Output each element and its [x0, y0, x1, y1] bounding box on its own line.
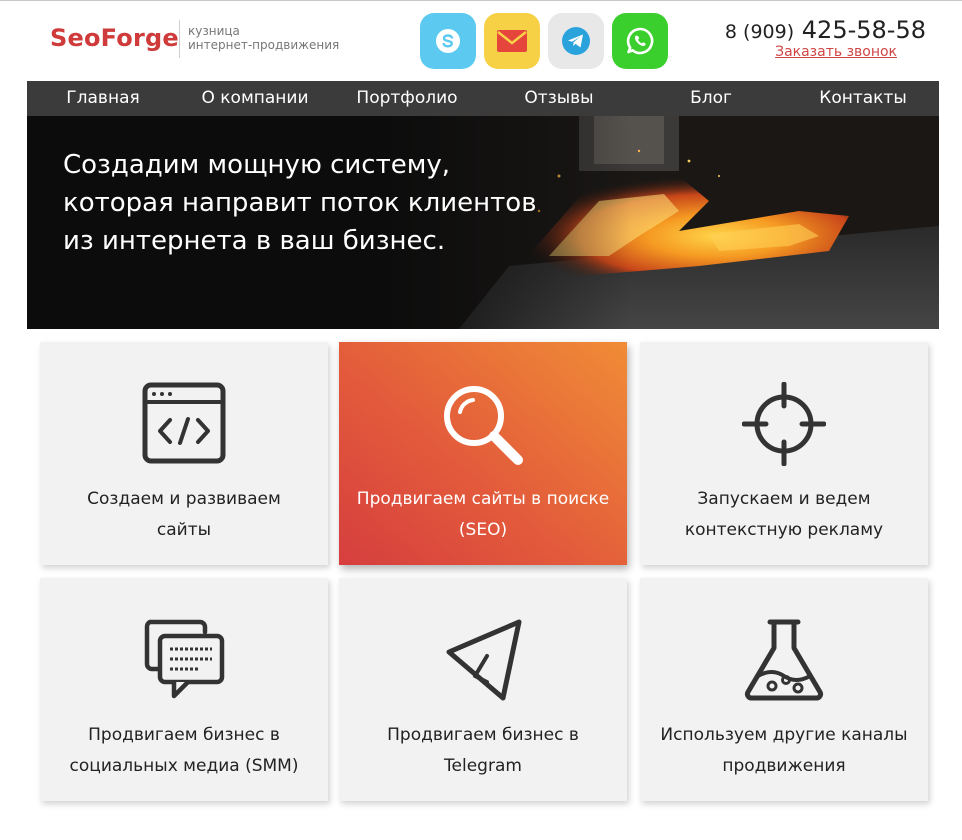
- service-card-seo[interactable]: Продвигаем сайты в поиске (SEO): [339, 342, 627, 565]
- card-label-line-2: (SEO): [458, 520, 508, 540]
- hero-title-line-2: которая направит поток клиентов: [63, 188, 537, 218]
- phone-code: 8 (909): [724, 21, 795, 43]
- email-button[interactable]: [484, 13, 540, 69]
- card-label-line-2: социальных медиа (SMM): [69, 756, 299, 776]
- nav-item-reviews[interactable]: Отзывы: [483, 81, 635, 116]
- card-label-line-2: сайты: [156, 520, 212, 540]
- card-label-line-1: Продвигаем бизнес в: [88, 725, 280, 745]
- skype-button[interactable]: [420, 13, 476, 69]
- hero-title-line-1: Создадим мощную систему,: [63, 150, 450, 180]
- card-label-line-1: Продвигаем сайты в поиске: [356, 489, 610, 509]
- telegram-plane-icon: [446, 619, 522, 701]
- card-label-line-1: Используем другие каналы: [660, 725, 908, 745]
- card-label-line-2: контекстную рекламу: [684, 520, 884, 540]
- skype-icon: [436, 29, 460, 53]
- nav-item-home[interactable]: Главная: [27, 81, 179, 116]
- whatsapp-button[interactable]: [612, 13, 668, 69]
- card-label-line-2: продвижения: [722, 756, 846, 776]
- service-card-other-channels[interactable]: Используем другие каналы продвижения: [640, 578, 928, 801]
- hero-title: Создадим мощную систему, которая направи…: [63, 146, 583, 260]
- chat-bubbles-icon: [144, 619, 225, 699]
- telegram-button[interactable]: [548, 13, 604, 69]
- code-window-icon: [142, 382, 226, 464]
- card-label-line-1: Создаем и развиваем: [87, 489, 281, 509]
- nav-item-contacts[interactable]: Контакты: [787, 81, 939, 116]
- service-card-smm[interactable]: Продвигаем бизнес в социальных медиа (SM…: [40, 578, 328, 801]
- site-header: SeoForge кузница интернет-продвижения 8 …: [0, 0, 962, 80]
- nav-item-portfolio[interactable]: Портфолио: [331, 81, 483, 116]
- logo[interactable]: SeoForge: [50, 24, 179, 52]
- crosshair-icon: [742, 382, 826, 466]
- phone-number[interactable]: 8 (909) 425-58-58: [725, 16, 926, 44]
- hero-title-line-3: из интернета в ваш бизнес.: [63, 226, 446, 256]
- card-label-line-1: Запускаем и ведем: [697, 489, 871, 509]
- service-card-websites[interactable]: Создаем и развиваем сайты: [40, 342, 328, 565]
- tagline-line-1: кузница: [188, 24, 240, 38]
- telegram-icon: [562, 27, 590, 55]
- service-card-context-ads[interactable]: Запускаем и ведем контекстную рекламу: [640, 342, 928, 565]
- hero-banner: Создадим мощную систему, которая направи…: [27, 116, 939, 329]
- nav-item-about[interactable]: О компании: [179, 81, 331, 116]
- tagline: кузница интернет-продвижения: [188, 24, 339, 52]
- magnifier-icon: [444, 386, 523, 465]
- nav-item-blog[interactable]: Блог: [635, 81, 787, 116]
- mail-icon: [497, 30, 527, 52]
- card-label-line-1: Продвигаем бизнес в: [387, 725, 579, 745]
- tagline-line-2: интернет-продвижения: [188, 38, 340, 52]
- logo-divider: [179, 20, 180, 58]
- card-label-line-2: Telegram: [444, 756, 522, 776]
- service-card-telegram[interactable]: Продвигаем бизнес в Telegram: [339, 578, 627, 801]
- flask-icon: [744, 619, 824, 701]
- callback-link[interactable]: Заказать звонок: [775, 44, 897, 60]
- phone-digits: 425-58-58: [801, 16, 926, 44]
- whatsapp-icon: [626, 27, 654, 55]
- main-nav: Главная О компании Портфолио Отзывы Блог…: [27, 81, 939, 116]
